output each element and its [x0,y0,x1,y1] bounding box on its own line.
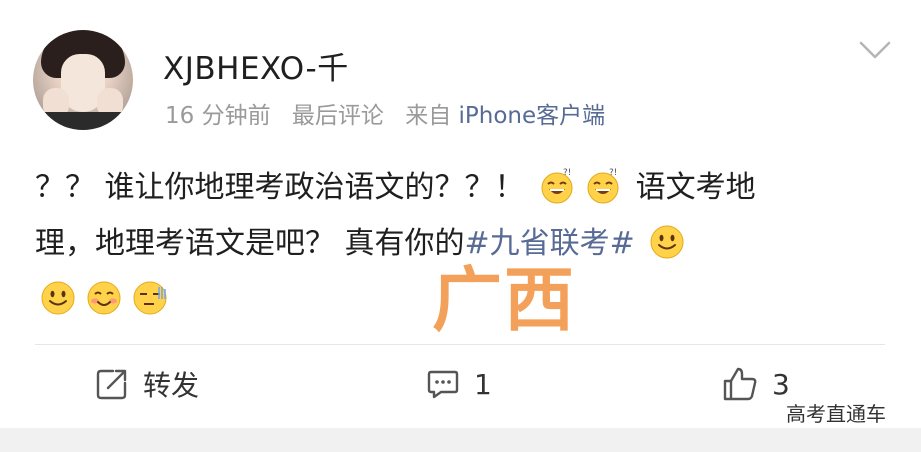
comment-count: 1 [474,367,492,401]
chevron-down-icon[interactable] [858,38,892,62]
dizzy-grin-emoji: ?! [541,168,573,203]
avatar-shirt [33,112,133,130]
comment-button[interactable]: 1 [426,362,492,406]
repost-icon [96,369,127,400]
post-status: 最后评论 [291,103,384,129]
dizzy-grin-emoji: ?! [587,168,619,203]
repost-button[interactable]: 转发 [95,362,199,406]
post-source[interactable]: iPhone客户端 [459,103,606,129]
content-text-2: 语文考地 [626,170,756,205]
post-meta: 16 分钟前 最后评论 来自 iPhone客户端 [165,96,605,130]
post-via: 来自 [405,103,452,129]
post-time: 16 分钟前 [165,103,271,129]
repost-label: 转发 [143,369,200,402]
divider [35,344,885,345]
weibo-post-card: XJBHEXO-千 16 分钟前 最后评论 来自 iPhone客户端 ？？ 谁让… [0,0,921,428]
thumbs-up-icon [723,367,757,401]
like-count: 3 [772,367,790,401]
comment-icon [427,370,459,399]
content-text-1: ？？ 谁让你地理考政治语文的？？！ [35,170,535,205]
awkward-emoji [133,281,167,314]
username[interactable]: XJBHEXO-千 [163,43,349,88]
svg-text:?!: ?! [609,168,617,178]
content-text-3: 理，地理考语文是吧？ 真有你的 [35,226,465,261]
smile-emoji [650,225,684,258]
bottom-separator [0,428,921,452]
blush-emoji [87,281,121,314]
overlay-province-text: 广西 [432,259,576,341]
avatar[interactable] [33,30,133,130]
like-button[interactable]: 3 [722,362,790,406]
watermark-brand: 高考直通车 [786,402,886,426]
smile-emoji [41,281,75,314]
svg-text:?!: ?! [563,168,571,178]
